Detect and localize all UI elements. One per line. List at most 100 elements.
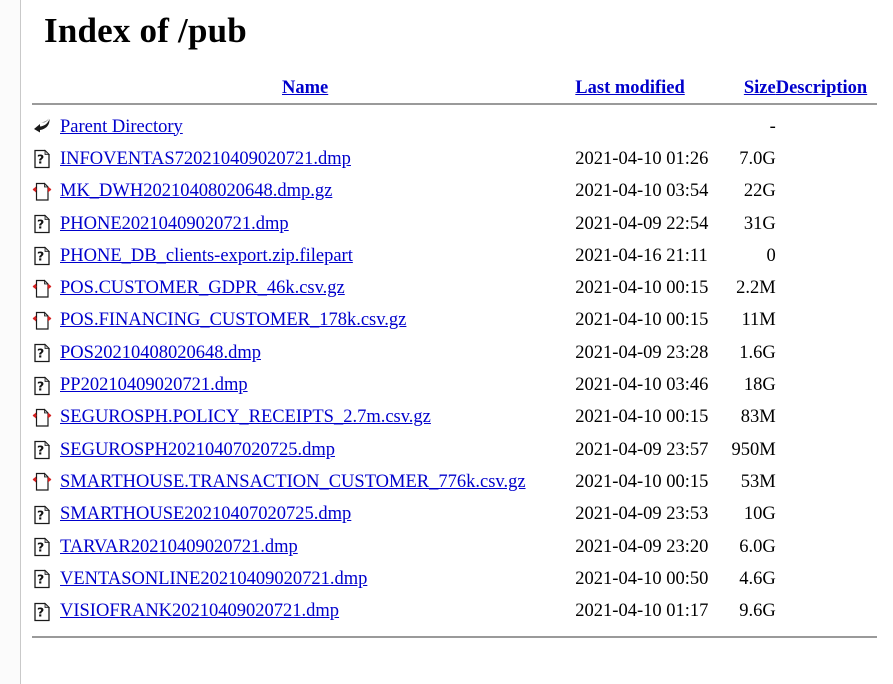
table-row: ? SMARTHOUSE20210407020725.dmp 2021-04-09 …: [32, 499, 877, 531]
table-row: ? PHONE_DB_clients-export.zip.filepart 202…: [32, 240, 877, 272]
row-name-cell: SMARTHOUSE20210407020725.dmp: [60, 499, 575, 531]
row-icon-cell: ?: [32, 369, 60, 401]
row-last-modified-cell: 2021-04-09 23:20: [575, 536, 709, 557]
svg-text:?: ?: [37, 249, 44, 264]
table-row: POS.FINANCING_CUSTOMER_178k.csv.gz 2021-0…: [32, 305, 877, 337]
parent-directory-link[interactable]: Parent Directory: [60, 117, 183, 137]
sort-by-description-link[interactable]: Description: [776, 78, 867, 98]
row-icon-cell: [32, 466, 60, 498]
left-gutter: [0, 0, 21, 684]
file-link[interactable]: VENTASONLINE20210409020721.dmp: [60, 569, 367, 589]
file-link[interactable]: SMARTHOUSE.TRANSACTION_CUSTOMER_776k.csv…: [60, 472, 526, 492]
row-last-modified-cell: 2021-04-10 00:15: [575, 407, 709, 428]
column-header-description: Description: [776, 78, 877, 99]
row-icon-cell: ?: [32, 434, 60, 466]
row-name-cell: INFOVENTAS720210409020721.dmp: [60, 143, 575, 175]
file-link[interactable]: SMARTHOUSE20210407020725.dmp: [60, 504, 351, 524]
directory-index-page: Index of /pub Name Last modified Size De…: [22, 0, 893, 684]
sort-by-name-link[interactable]: Name: [282, 78, 328, 98]
row-icon-cell: [32, 111, 60, 143]
unknown-file-icon: ?: [32, 601, 52, 623]
row-icon-cell: ?: [32, 337, 60, 369]
compressed-file-icon: [32, 278, 52, 300]
table-row: POS.CUSTOMER_GDPR_46k.csv.gz 2021-04-10 0…: [32, 272, 877, 304]
table-row: ? PHONE20210409020721.dmp 2021-04-09 22:54…: [32, 208, 877, 240]
unknown-file-icon: ?: [32, 342, 52, 364]
row-description-cell: [776, 466, 877, 498]
header-rule-cell: [32, 99, 877, 111]
file-link[interactable]: MK_DWH20210408020648.dmp.gz: [60, 181, 332, 201]
column-header-name: Name: [32, 78, 575, 99]
column-header-size: Size: [723, 78, 776, 99]
table-row: SEGUROSPH.POLICY_RECEIPTS_2.7m.csv.gz 202…: [32, 402, 877, 434]
file-link[interactable]: PHONE_DB_clients-export.zip.filepart: [60, 246, 353, 266]
file-link[interactable]: POS.CUSTOMER_GDPR_46k.csv.gz: [60, 278, 345, 298]
row-size-cell: 7.0G: [739, 148, 776, 169]
row-last-modified-cell: 2021-04-10 00:15: [575, 310, 709, 331]
column-header-last-modified: Last modified: [575, 78, 722, 99]
svg-text:?: ?: [37, 152, 44, 167]
row-name-cell: PHONE_DB_clients-export.zip.filepart: [60, 240, 575, 272]
sort-by-size-link[interactable]: Size: [744, 78, 776, 98]
row-name-cell: VISIOFRANK20210409020721.dmp: [60, 595, 575, 627]
file-link[interactable]: POS.FINANCING_CUSTOMER_178k.csv.gz: [60, 310, 406, 330]
row-size-cell: 31G: [743, 213, 776, 234]
table-row: ? POS20210408020648.dmp 2021-04-09 23:28 1.…: [32, 337, 877, 369]
row-size-cell: 18G: [743, 375, 776, 396]
row-description-cell: [776, 499, 877, 531]
row-name-cell: SMARTHOUSE.TRANSACTION_CUSTOMER_776k.csv…: [60, 466, 575, 498]
row-name-cell: POS20210408020648.dmp: [60, 337, 575, 369]
unknown-file-icon: ?: [32, 568, 52, 590]
file-link[interactable]: POS20210408020648.dmp: [60, 343, 261, 363]
file-link[interactable]: PP20210409020721.dmp: [60, 375, 248, 395]
row-icon-cell: ?: [32, 499, 60, 531]
row-name-cell: POS.CUSTOMER_GDPR_46k.csv.gz: [60, 272, 575, 304]
row-description-cell: [776, 531, 877, 563]
row-icon-cell: ?: [32, 143, 60, 175]
row-size-cell: 6.0G: [739, 536, 776, 557]
compressed-file-icon: [32, 310, 52, 332]
row-description-cell: [776, 240, 877, 272]
row-size-cell: 4.6G: [739, 568, 776, 589]
unknown-file-icon: ?: [32, 504, 52, 526]
compressed-file-icon: [32, 471, 52, 493]
row-last-modified-cell: 2021-04-10 01:26: [575, 148, 709, 169]
file-link[interactable]: INFOVENTAS720210409020721.dmp: [60, 149, 351, 169]
row-icon-cell: ?: [32, 595, 60, 627]
table-row: ? SEGUROSPH20210407020725.dmp 2021-04-09 2…: [32, 434, 877, 466]
row-last-modified-cell: 2021-04-10 00:50: [575, 568, 709, 589]
file-link[interactable]: PHONE20210409020721.dmp: [60, 214, 289, 234]
row-description-cell: [776, 434, 877, 466]
sort-by-last-modified-link[interactable]: Last modified: [575, 78, 684, 98]
row-name-cell: VENTASONLINE20210409020721.dmp: [60, 563, 575, 595]
row-description-cell: [776, 595, 877, 627]
row-description-cell: [776, 176, 877, 208]
row-icon-cell: ?: [32, 208, 60, 240]
row-size-cell: 0: [766, 245, 776, 266]
directory-listing-table: Name Last modified Size Description Pare…: [32, 78, 877, 638]
row-size-cell: 9.6G: [739, 601, 776, 622]
row-name-cell: SEGUROSPH20210407020725.dmp: [60, 434, 575, 466]
row-last-modified-cell: 2021-04-10 00:15: [575, 471, 709, 492]
page-title: Index of /pub: [44, 11, 247, 50]
svg-text:?: ?: [37, 346, 44, 361]
row-description-cell: [776, 337, 877, 369]
row-icon-cell: [32, 402, 60, 434]
table-row: ? PP20210409020721.dmp 2021-04-10 03:46 18G: [32, 369, 877, 401]
file-link[interactable]: SEGUROSPH.POLICY_RECEIPTS_2.7m.csv.gz: [60, 407, 431, 427]
row-description-cell: [776, 143, 877, 175]
footer-rule-cell: [32, 628, 877, 638]
row-description-cell: [776, 272, 877, 304]
file-link[interactable]: TARVAR20210409020721.dmp: [60, 537, 298, 557]
file-link[interactable]: VISIOFRANK20210409020721.dmp: [60, 601, 339, 621]
table-row: Parent Directory -: [32, 111, 877, 143]
file-link[interactable]: SEGUROSPH20210407020725.dmp: [60, 440, 335, 460]
table-row: ? VISIOFRANK20210409020721.dmp 2021-04-10 …: [32, 595, 877, 627]
parent-directory-icon: [32, 116, 52, 138]
row-size-cell: 11M: [741, 310, 776, 331]
table-row: ? VENTASONLINE20210409020721.dmp 2021-04-1…: [32, 563, 877, 595]
row-name-cell: MK_DWH20210408020648.dmp.gz: [60, 176, 575, 208]
unknown-file-icon: ?: [32, 375, 52, 397]
row-last-modified-cell: 2021-04-16 21:11: [575, 245, 708, 266]
row-size-cell: 22G: [743, 181, 776, 202]
